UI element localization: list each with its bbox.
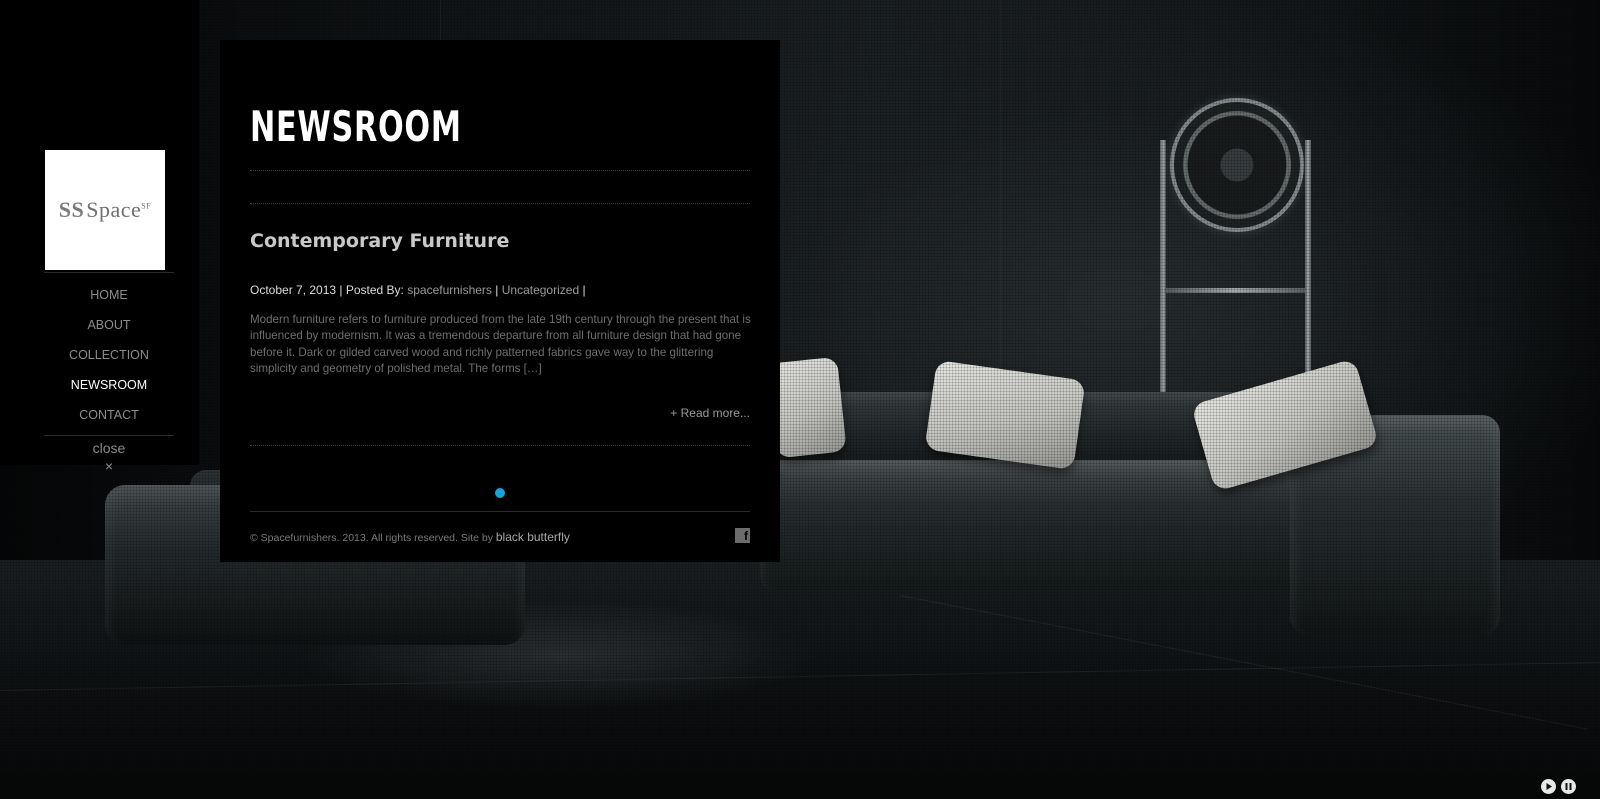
main-nav: HOME ABOUT COLLECTION NEWSROOM CONTACT <box>44 280 174 430</box>
read-more-link[interactable]: + Read more... <box>670 406 750 420</box>
close-icon[interactable]: × <box>44 458 174 474</box>
nav-item-newsroom[interactable]: NEWSROOM <box>44 370 174 400</box>
nav-item-collection[interactable]: COLLECTION <box>44 340 174 370</box>
divider <box>250 445 750 446</box>
sidebar: SSSpaceSF HOME ABOUT COLLECTION NEWSROOM… <box>0 0 199 474</box>
divider <box>44 272 174 273</box>
divider <box>250 203 750 204</box>
meta-separator: | Posted By: <box>336 283 408 297</box>
fan-stand <box>1160 140 1166 410</box>
logo[interactable]: SSSpaceSF <box>45 150 165 270</box>
divider <box>250 170 750 171</box>
facebook-icon[interactable]: f <box>735 528 750 543</box>
post-excerpt: Modern furniture refers to furniture pro… <box>250 313 751 375</box>
footer-copyright: © Spacefurnishers. 2013. All rights rese… <box>250 530 570 544</box>
post-date: October 7, 2013 <box>250 283 337 297</box>
pagination-dot[interactable] <box>495 488 505 498</box>
content-panel: NEWSROOM Contemporary Furniture October … <box>220 40 780 562</box>
fan-stand <box>1305 140 1311 410</box>
meta-separator: | <box>491 283 502 297</box>
nav-item-home[interactable]: HOME <box>44 280 174 310</box>
site-credit-link[interactable]: black butterfly <box>496 530 570 544</box>
copyright-text: © Spacefurnishers. 2013. All rights rese… <box>250 532 496 544</box>
fan-stand <box>1166 288 1305 293</box>
nav-item-about[interactable]: ABOUT <box>44 310 174 340</box>
pause-icon[interactable] <box>1561 779 1576 794</box>
meta-separator: | <box>579 283 586 297</box>
post-meta: October 7, 2013 | Posted By: spacefurnis… <box>250 283 586 297</box>
close-button[interactable]: close <box>44 440 174 456</box>
fan <box>1170 98 1304 232</box>
post-category-link[interactable]: Uncategorized <box>502 283 579 297</box>
nav-item-contact[interactable]: CONTACT <box>44 400 174 430</box>
post-title[interactable]: Contemporary Furniture <box>250 230 509 252</box>
play-icon[interactable] <box>1541 779 1556 794</box>
page-title: NEWSROOM <box>250 102 462 151</box>
logo-text: SSSpaceSF <box>58 197 152 222</box>
footer-divider <box>250 511 750 512</box>
divider <box>44 435 174 436</box>
post-author-link[interactable]: spacefurnishers <box>407 283 492 297</box>
